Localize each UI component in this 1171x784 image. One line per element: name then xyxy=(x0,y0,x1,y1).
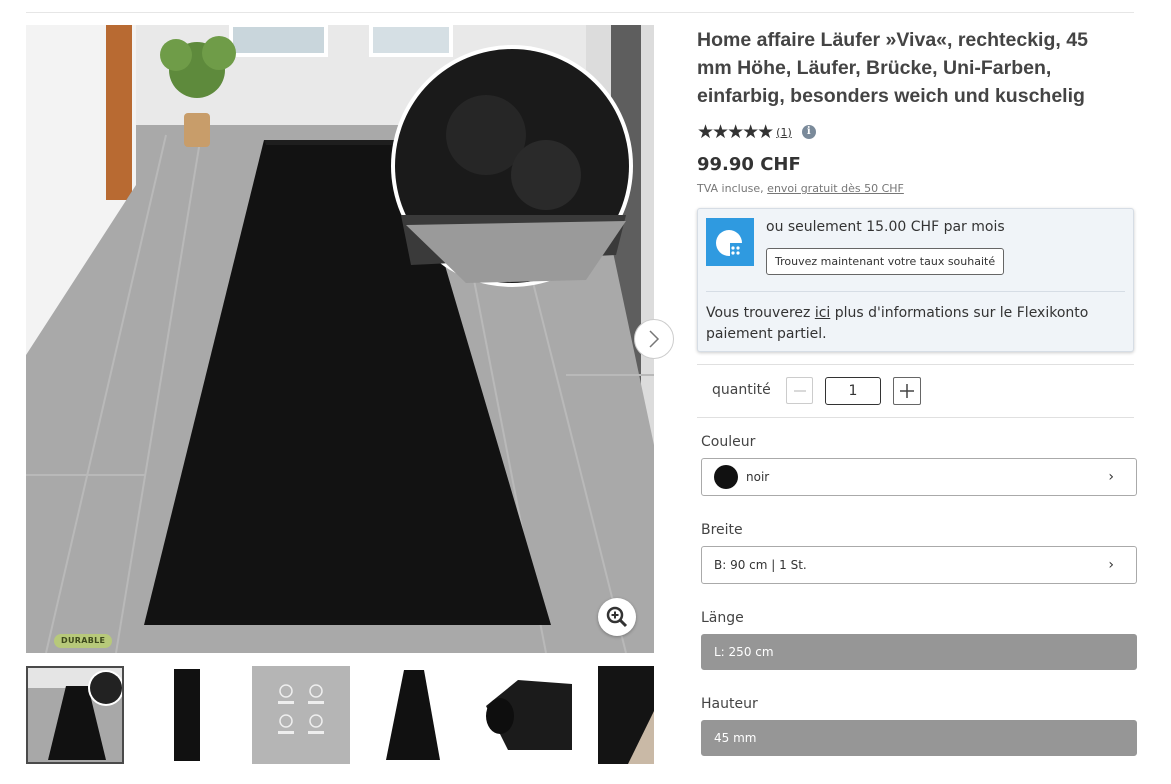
divider xyxy=(697,417,1134,418)
durable-badge: DURABLE xyxy=(54,634,113,648)
divider xyxy=(697,364,1134,365)
color-label: Couleur xyxy=(701,434,756,450)
color-swatch xyxy=(714,465,738,489)
minus-icon xyxy=(793,389,806,392)
product-title: Home affaire Läufer »Viva«, rechteckig, … xyxy=(697,29,1088,107)
flexikonto-logo xyxy=(706,218,754,266)
product-price: 99.90 CHF xyxy=(697,154,801,175)
star-rating-icon: ★★★★★ xyxy=(697,121,774,143)
length-select: L: 250 cm xyxy=(701,634,1137,670)
height-label: Hauteur xyxy=(701,696,758,712)
vat-text: TVA incluse, xyxy=(697,182,768,195)
quantity-label: quantité xyxy=(712,382,771,398)
info-icon[interactable]: i xyxy=(801,125,816,139)
flexikonto-info-link[interactable]: ici xyxy=(815,305,830,321)
flexikonto-monthly-text: ou seulement 15.00 CHF par mois xyxy=(766,219,1005,235)
color-select[interactable]: noir › xyxy=(701,458,1137,496)
width-select[interactable]: B: 90 cm | 1 St. › xyxy=(701,546,1137,584)
width-value: B: 90 cm | 1 St. xyxy=(714,558,807,572)
height-select: 45 mm xyxy=(701,720,1137,756)
product-main-image[interactable] xyxy=(26,25,654,653)
color-value: noir xyxy=(746,470,770,484)
free-shipping-link[interactable]: envoi gratuit dès 50 CHF xyxy=(767,182,904,195)
thumbnail-4[interactable] xyxy=(366,666,464,764)
chevron-right-icon: › xyxy=(1108,469,1114,485)
chevron-right-icon xyxy=(649,330,660,348)
flexikonto-divider xyxy=(706,291,1125,292)
thumbnail-5[interactable] xyxy=(478,666,576,764)
zoom-button[interactable] xyxy=(598,598,636,636)
quantity-increase-button[interactable] xyxy=(893,377,921,405)
length-label: Länge xyxy=(701,610,744,626)
thumbnail-strip xyxy=(26,666,654,764)
thumbnail-6[interactable] xyxy=(598,666,654,764)
flexikonto-more-info: Vous trouverez ici plus d'informations s… xyxy=(706,303,1116,345)
flexikonto-more-before: Vous trouverez xyxy=(706,305,815,321)
quantity-decrease-button[interactable] xyxy=(786,377,813,404)
width-label: Breite xyxy=(701,522,743,538)
thumbnail-2[interactable] xyxy=(138,666,236,764)
vat-info: TVA incluse, envoi gratuit dès 50 CHF xyxy=(697,182,904,195)
product-rating: ★★★★★ (1) i xyxy=(697,121,816,143)
rating-count-link[interactable]: (1) xyxy=(776,126,792,139)
zoom-in-icon xyxy=(606,606,628,628)
top-divider xyxy=(26,12,1134,13)
thumbnail-3[interactable] xyxy=(252,666,350,764)
quantity-input[interactable] xyxy=(825,377,881,405)
plus-icon xyxy=(900,384,914,398)
chevron-right-icon: › xyxy=(1108,557,1114,573)
next-image-button[interactable] xyxy=(634,319,674,359)
height-value: 45 mm xyxy=(714,731,757,745)
length-value: L: 250 cm xyxy=(714,645,774,659)
thumbnail-1[interactable] xyxy=(26,666,124,764)
find-rate-button[interactable]: Trouvez maintenant votre taux souhaité xyxy=(766,248,1005,275)
flexikonto-box: ou seulement 15.00 CHF par mois Trouvez … xyxy=(697,208,1134,352)
